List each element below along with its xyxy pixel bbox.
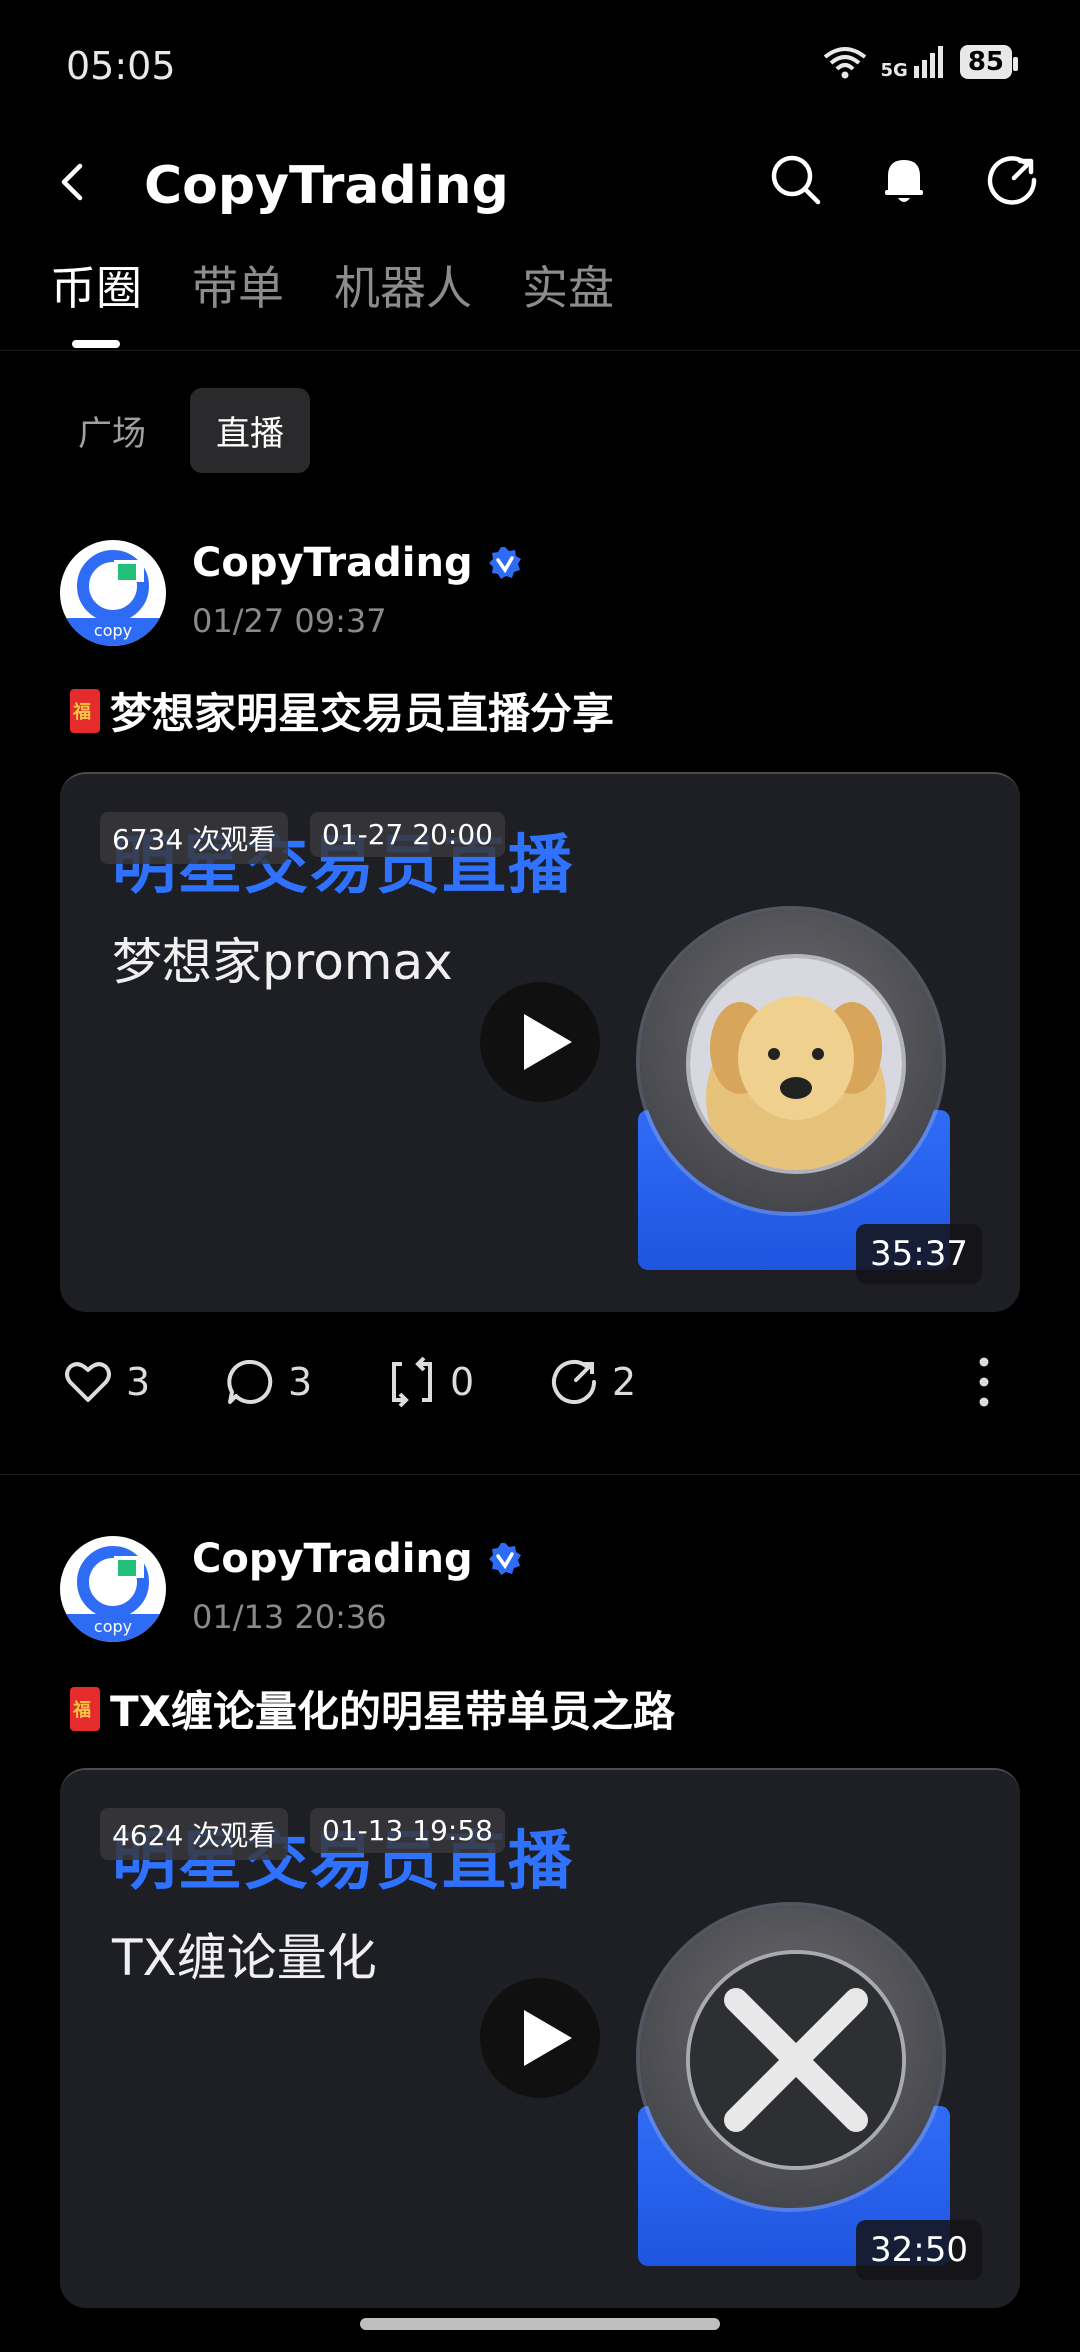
battery-indicator: 85 [959,45,1019,79]
post-time: 01/27 09:37 [192,602,387,640]
verified-badge-icon [488,547,521,579]
status-time: 05:05 [66,44,176,88]
main-tabs: 币圈 带单 机器人 实盘 [50,252,614,318]
host-avatar-image [686,954,906,1174]
video-duration: 32:50 [856,2220,982,2280]
like-count: 3 [126,1360,151,1404]
signal-icon [913,46,943,78]
avatar-tag: copy [60,1614,166,1642]
video-subtitle: 梦想家promax [112,933,453,991]
view-count: 4624 次观看 [100,1808,289,1860]
host-avatar-image [686,1950,906,2170]
verified-badge-icon [488,1543,521,1575]
repost-count: 0 [450,1360,475,1404]
back-arrow-icon[interactable] [52,160,96,204]
video-card[interactable]: 明星交易员直播 4624 次观看 01-13 19:58 TX缠论量化 32:5… [60,1768,1020,2308]
tabs-divider [0,350,1080,351]
view-count: 6734 次观看 [100,812,289,864]
post-author-row: CopyTrading [192,1536,523,1582]
post-title-row: TX缠论量化的明星带单员之路 [70,1678,675,1739]
top-actions [768,152,1040,208]
network-type: 5G [880,60,908,81]
play-button[interactable] [480,1978,600,2098]
share-icon [552,1360,596,1404]
avatar[interactable]: copy [60,540,166,646]
share-icon[interactable] [984,152,1040,208]
post-divider [0,1474,1080,1475]
red-packet-icon [70,688,100,733]
video-duration: 35:37 [856,1224,982,1284]
post-author[interactable]: CopyTrading [192,1536,473,1582]
video-card[interactable]: 明星交易员直播 6734 次观看 01-27 20:00 梦想家promax 3… [60,772,1020,1312]
share-count: 2 [612,1360,637,1404]
comment-count: 3 [288,1360,313,1404]
live-date: 01-27 20:00 [310,812,505,857]
subtab-square[interactable]: 广场 [52,388,172,473]
repost-icon [392,1356,432,1408]
post-title[interactable]: 梦想家明星交易员直播分享 [110,680,614,741]
heart-icon [65,1362,111,1402]
post-actions: 3 3 0 2 [62,1356,710,1408]
page-title: CopyTrading [144,156,509,216]
live-date: 01-13 19:58 [310,1808,505,1853]
post-title[interactable]: TX缠论量化的明星带单员之路 [110,1678,675,1739]
tab-bots[interactable]: 机器人 [334,252,472,318]
like-button[interactable]: 3 [62,1356,224,1408]
post-time: 01/13 20:36 [192,1598,387,1636]
x-logo-icon [690,1954,902,2166]
post-title-row: 梦想家明星交易员直播分享 [70,680,614,741]
dog-image [690,958,902,1170]
search-icon[interactable] [768,152,824,208]
video-subtitle: TX缠论量化 [112,1929,377,1987]
post-author-row: CopyTrading [192,540,523,586]
subtab-live[interactable]: 直播 [190,388,310,473]
avatar[interactable]: copy [60,1536,166,1642]
status-icons: 5G 85 [823,44,1019,81]
tab-live-accounts[interactable]: 实盘 [522,252,614,318]
comment-icon [227,1359,273,1404]
comment-button[interactable]: 3 [224,1356,386,1408]
wifi-icon [823,47,866,79]
red-packet-icon [70,1686,100,1731]
play-button[interactable] [480,982,600,1102]
share-post-button[interactable]: 2 [548,1356,710,1408]
tab-crypto[interactable]: 币圈 [50,252,142,318]
tab-copy-orders[interactable]: 带单 [192,252,284,318]
sub-tabs: 广场 直播 [52,388,310,473]
bell-icon[interactable] [876,152,932,208]
home-indicator[interactable] [360,2318,720,2330]
repost-button[interactable]: 0 [386,1356,548,1408]
post-author[interactable]: CopyTrading [192,540,473,586]
avatar-tag: copy [60,618,166,646]
active-tab-indicator [72,340,120,348]
more-options-icon[interactable] [978,1356,990,1408]
